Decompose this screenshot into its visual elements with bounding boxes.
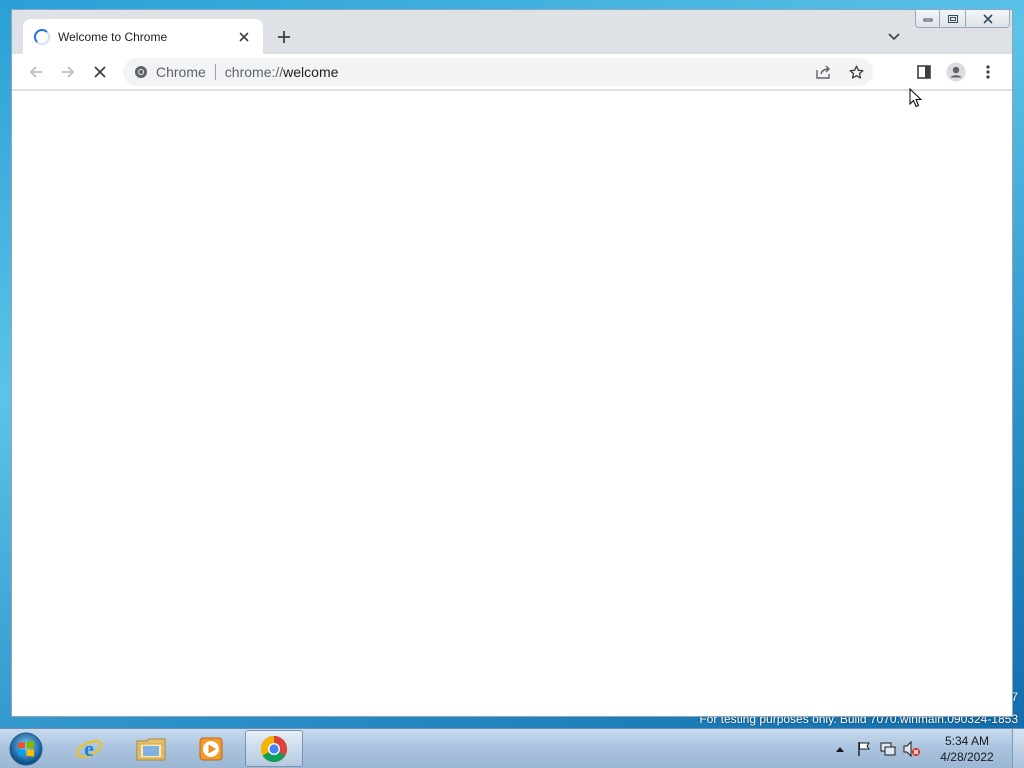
mouse-cursor-icon: [909, 88, 923, 108]
back-button[interactable]: [24, 60, 48, 84]
show-desktop-button[interactable]: [1012, 729, 1024, 768]
window-close-button[interactable]: [966, 10, 1010, 28]
taskbar-file-explorer[interactable]: [122, 730, 180, 767]
url-text[interactable]: chrome://welcome: [225, 64, 339, 80]
windows-start-orb-icon: [9, 732, 43, 766]
arrow-left-icon: [29, 66, 42, 78]
clock-time: 5:34 AM: [944, 734, 990, 748]
side-panel-icon: [917, 65, 931, 79]
taskbar-chrome[interactable]: [245, 730, 303, 767]
site-chip-label: Chrome: [156, 64, 206, 80]
tab-title: Welcome to Chrome: [58, 29, 168, 44]
toolbar: Chrome chrome://welcome: [12, 54, 1012, 90]
taskbar-media-player[interactable]: [182, 730, 240, 767]
profile-button[interactable]: [944, 60, 968, 84]
stop-button[interactable]: [88, 60, 112, 84]
arrow-right-icon: [62, 66, 75, 78]
omnibox-separator: [214, 64, 216, 80]
tab-search-button[interactable]: [884, 27, 904, 47]
taskbar-internet-explorer[interactable]: e: [60, 730, 118, 767]
chevron-down-icon: [888, 33, 900, 41]
menu-button[interactable]: [976, 60, 1000, 84]
bookmark-button[interactable]: [844, 60, 868, 84]
svg-text:e: e: [84, 736, 94, 761]
tab-welcome[interactable]: Welcome to Chrome: [23, 19, 263, 54]
media-player-icon: [199, 737, 223, 760]
kebab-menu-icon: [986, 65, 990, 79]
plus-icon: [278, 31, 290, 43]
share-icon: [816, 65, 830, 79]
clock-date: 4/28/2022: [940, 750, 994, 764]
url-scheme: chrome://: [224, 64, 284, 80]
clock[interactable]: 5:34 AM 4/28/2022: [932, 733, 1002, 765]
folder-icon: [136, 738, 166, 760]
stop-x-icon: [94, 66, 106, 78]
profile-avatar-icon: [946, 62, 966, 82]
window-caption-buttons: [915, 10, 1010, 28]
taskbar: e 5:34 AM 4/28/2022: [0, 728, 1024, 768]
page-content[interactable]: [12, 91, 1012, 716]
restore-icon: [947, 14, 958, 23]
star-icon: [849, 65, 863, 79]
close-icon: [982, 13, 993, 24]
system-tray: 5:34 AM 4/28/2022: [828, 729, 1024, 768]
show-hidden-icon[interactable]: [829, 738, 851, 760]
new-tab-button[interactable]: [273, 26, 295, 48]
action-center-flag-icon[interactable]: [853, 738, 875, 760]
close-icon[interactable]: [235, 28, 253, 46]
omnibox[interactable]: Chrome chrome://welcome: [123, 58, 873, 86]
volume-muted-icon[interactable]: [901, 738, 923, 760]
tab-strip: Welcome to Chrome: [12, 10, 1012, 54]
minimize-icon: [923, 18, 932, 21]
start-button[interactable]: [6, 730, 46, 768]
chrome-icon: [260, 735, 288, 762]
loading-spinner-icon: [34, 28, 50, 45]
side-panel-button[interactable]: [912, 60, 936, 84]
ie-icon: e: [75, 736, 103, 761]
share-button[interactable]: [812, 60, 836, 84]
chrome-logo-icon: [133, 64, 149, 80]
chrome-window: Welcome to Chrome Chrome chrome://welcom…: [11, 9, 1013, 717]
restore-button[interactable]: [940, 10, 966, 28]
network-icon[interactable]: [877, 738, 899, 760]
minimize-button[interactable]: [915, 10, 940, 28]
url-host: welcome: [283, 64, 339, 80]
forward-button[interactable]: [56, 60, 80, 84]
